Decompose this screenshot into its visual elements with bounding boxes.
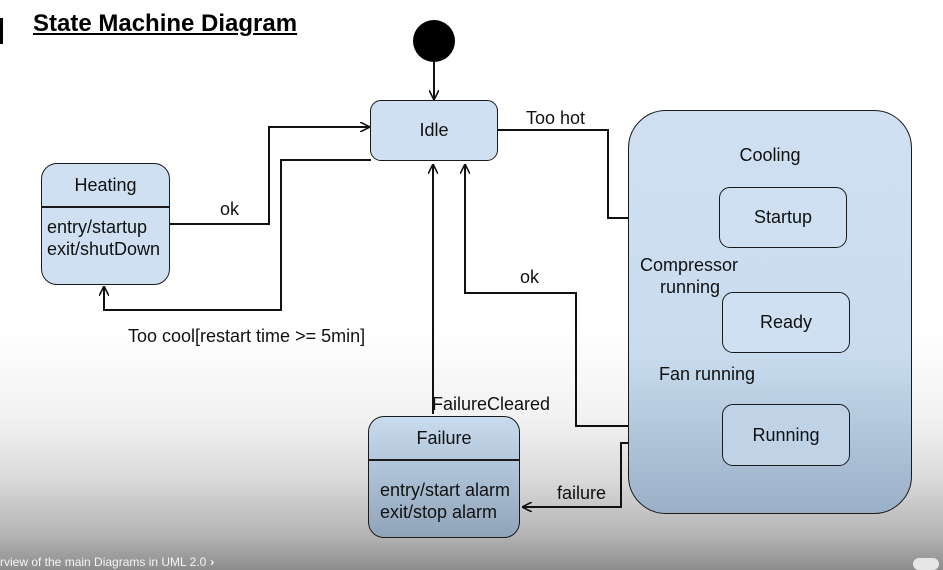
failure-entry-action: entry/start alarm xyxy=(380,480,511,500)
transition-label-failure-cleared: FailureCleared xyxy=(432,394,551,414)
composite-state-cooling-label: Cooling xyxy=(739,145,801,165)
transition-label-ok-running: ok xyxy=(520,267,540,287)
state-failure-actions: entry/start alarm exit/stop alarm xyxy=(369,461,519,537)
video-chapter-title[interactable]: rview of the main Diagrams in UML 2.0 xyxy=(0,555,206,569)
transition-label-too-cool: Too cool[restart time >= 5min] xyxy=(128,326,366,346)
transition-label-ok-heating: ok xyxy=(220,199,240,219)
heating-entry-action: entry/startup xyxy=(47,217,148,237)
state-heating-actions: entry/startup exit/shutDown xyxy=(42,208,169,284)
transition-label-compressor-line1: Compressor xyxy=(640,255,739,275)
state-startup-label: Startup xyxy=(753,207,813,227)
initial-state-node xyxy=(413,20,455,62)
failure-exit-action: exit/stop alarm xyxy=(380,502,498,522)
state-startup: Startup xyxy=(719,187,847,248)
state-ready: Ready xyxy=(722,292,850,353)
state-failure: Failure entry/start alarm exit/stop alar… xyxy=(368,416,520,538)
autoplay-toggle[interactable] xyxy=(913,558,939,570)
transition-label-too-hot: Too hot xyxy=(526,108,586,128)
state-heating: Heating entry/startup exit/shutDown xyxy=(41,163,170,285)
heating-exit-action: exit/shutDown xyxy=(47,239,161,259)
state-failure-name: Failure xyxy=(416,427,472,448)
transition-label-failure: failure xyxy=(557,483,607,503)
video-chapter-bar[interactable]: rview of the main Diagrams in UML 2.0 › xyxy=(0,554,943,570)
state-running-label: Running xyxy=(752,424,820,445)
chevron-right-icon[interactable]: › xyxy=(210,555,214,569)
transition-label-fan-running: Fan running xyxy=(659,364,756,384)
state-ready-label: Ready xyxy=(759,312,813,332)
heating-to-idle-arrow xyxy=(170,127,369,225)
state-heating-name: Heating xyxy=(74,174,137,195)
state-idle-label: Idle xyxy=(419,120,449,140)
state-running: Running xyxy=(722,404,850,466)
state-idle: Idle xyxy=(370,100,498,161)
transition-label-compressor-line2: running xyxy=(660,277,721,297)
